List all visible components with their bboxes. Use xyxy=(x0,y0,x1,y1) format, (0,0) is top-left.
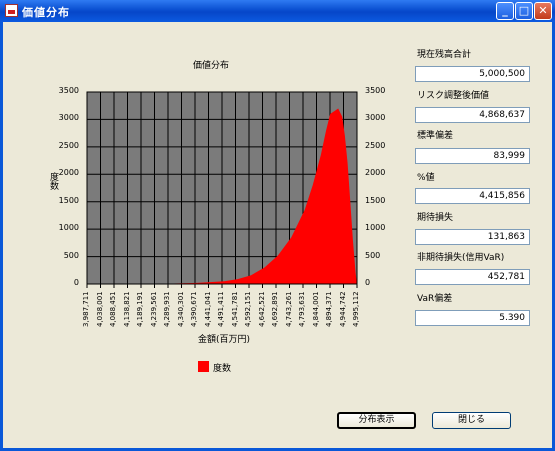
y-tick-label-right: 500 xyxy=(365,250,381,260)
x-tick-label: 4,138,821 xyxy=(122,291,131,327)
x-tick-label: 4,592,151 xyxy=(244,291,252,327)
y-tick-label-left: 0 xyxy=(73,278,79,287)
expected-loss-field[interactable]: 131,863 xyxy=(415,229,530,245)
x-tick-label: 4,692,891 xyxy=(271,291,279,327)
x-tick-label: 4,189,191 xyxy=(136,291,144,327)
label-expected-loss: 期待損失 xyxy=(417,213,454,223)
y-tick-label-left: 3000 xyxy=(58,113,79,123)
label-percentile: %値 xyxy=(417,173,435,183)
x-tick-label: 4,038,001 xyxy=(95,291,104,327)
x-tick-label: 4,793,631 xyxy=(298,291,306,327)
label-unexpected-loss: 非期待損失(信用VaR) xyxy=(417,253,505,263)
x-tick-label: 4,441,041 xyxy=(203,291,212,327)
x-tick-label: 4,239,561 xyxy=(149,291,158,327)
x-tick-label: 4,390,671 xyxy=(190,291,198,327)
label-current-balance: 現在残高合計 xyxy=(417,50,472,60)
x-tick-label: 4,743,261 xyxy=(284,291,293,327)
y-tick-label-right: 3500 xyxy=(365,86,386,95)
y-tick-label-right: 0 xyxy=(365,278,371,287)
y-tick-label-left: 1500 xyxy=(58,195,79,205)
percentile-field[interactable]: 4,415,856 xyxy=(415,188,530,204)
y-tick-label-left: 2000 xyxy=(58,168,79,178)
y-tick-label-left: 3500 xyxy=(58,86,79,95)
y-tick-label-right: 3000 xyxy=(365,113,386,123)
x-tick-label: 4,541,781 xyxy=(230,291,239,327)
risk-adjusted-value-field[interactable]: 4,868,637 xyxy=(415,107,530,123)
label-risk-adjusted-value: リスク調整後価値 xyxy=(417,91,490,101)
y-tick-label-right: 1500 xyxy=(365,195,386,205)
x-tick-label: 4,944,742 xyxy=(338,291,347,327)
x-axis-label: 金額(百万円) xyxy=(198,335,251,345)
x-tick-label: 4,642,521 xyxy=(257,291,266,327)
legend-swatch xyxy=(198,361,209,372)
value-distribution-window: 価値分布 _ □ ✕ 価値分布 度数 3500 3500 3000 3000 2500 2… xyxy=(0,0,555,451)
y-tick-label-right: 2000 xyxy=(365,168,386,178)
x-tick-label: 3,987,711 xyxy=(82,291,90,327)
x-tick-label: 4,289,931 xyxy=(163,291,171,327)
x-tick-label: 4,894,371 xyxy=(325,291,333,327)
current-balance-field[interactable]: 5,000,500 xyxy=(415,66,530,82)
legend-label: 度数 xyxy=(213,364,232,374)
y-tick-label-left: 500 xyxy=(63,250,79,260)
x-tick-label: 4,491,411 xyxy=(217,291,225,327)
y-tick-label-left: 1000 xyxy=(58,223,79,233)
label-var-deviation: VaR偏差 xyxy=(417,294,453,304)
x-tick-label: 4,844,001 xyxy=(311,291,320,327)
x-tick-label: 4,995,112 xyxy=(352,291,360,327)
y-tick-label-right: 2500 xyxy=(365,140,386,150)
x-tick-label: 4,340,301 xyxy=(176,291,185,327)
y-tick-label-left: 2500 xyxy=(58,140,79,150)
standard-deviation-field[interactable]: 83,999 xyxy=(415,148,530,164)
close-button[interactable]: 閉じる xyxy=(432,412,511,429)
unexpected-loss-field[interactable]: 452,781 xyxy=(415,269,530,285)
label-standard-deviation: 標準偏差 xyxy=(417,131,454,141)
x-tick-label: 4,088,451 xyxy=(109,291,117,327)
y-tick-label-right: 1000 xyxy=(365,223,386,233)
var-deviation-field[interactable]: 5.390 xyxy=(415,310,530,326)
show-distribution-button[interactable]: 分布表示 xyxy=(337,412,416,429)
